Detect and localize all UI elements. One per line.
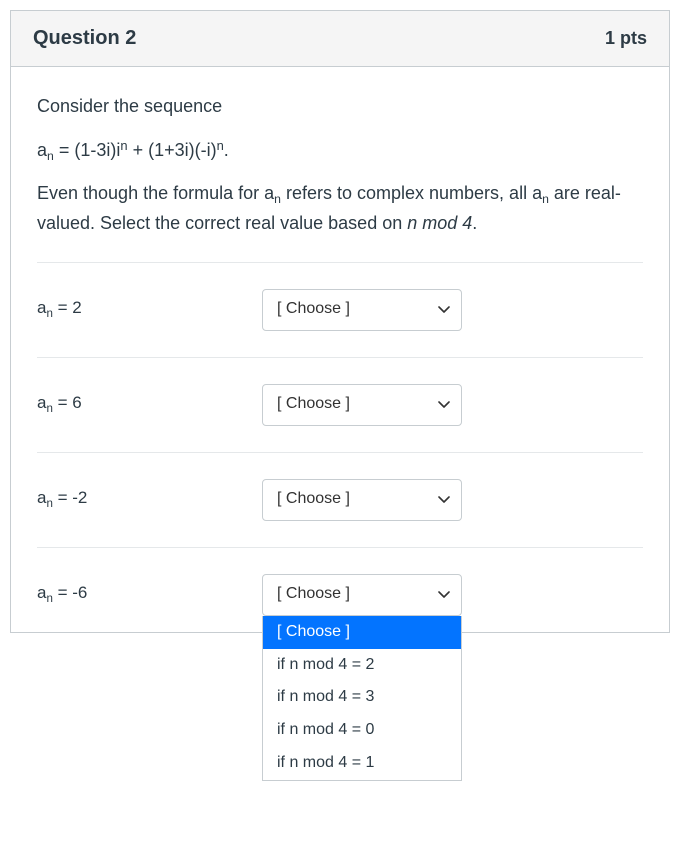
match-select-0[interactable]: [ Choose ] [262, 289, 462, 331]
prompt-explanation: Even though the formula for an refers to… [37, 180, 643, 237]
select-box-2[interactable]: [ Choose ] [262, 479, 462, 521]
dropdown-option-1[interactable]: if n mod 4 = 2 [263, 649, 461, 682]
prompt-line-1: Consider the sequence [37, 93, 643, 121]
question-header: Question 2 1 pts [11, 11, 669, 67]
match-row-2: an = -2 [ Choose ] [37, 452, 643, 547]
question-card: Question 2 1 pts Consider the sequence a… [10, 10, 670, 633]
match-row-1: an = 6 [ Choose ] [37, 357, 643, 452]
dropdown-option-4[interactable]: if n mod 4 = 1 [263, 747, 461, 780]
dropdown-option-3[interactable]: if n mod 4 = 0 [263, 714, 461, 747]
match-row-0: an = 2 [ Choose ] [37, 262, 643, 357]
select-box-0[interactable]: [ Choose ] [262, 289, 462, 331]
match-label-3: an = -6 [37, 580, 262, 609]
match-select-1[interactable]: [ Choose ] [262, 384, 462, 426]
match-label-1: an = 6 [37, 390, 262, 419]
prompt-formula: an = (1-3i)in + (1+3i)(-i)n. [37, 135, 643, 167]
match-select-2[interactable]: [ Choose ] [262, 479, 462, 521]
question-prompt: Consider the sequence an = (1-3i)in + (1… [37, 93, 643, 238]
select-box-1[interactable]: [ Choose ] [262, 384, 462, 426]
dropdown-option-0[interactable]: [ Choose ] [263, 616, 461, 649]
match-label-0: an = 2 [37, 295, 262, 324]
match-select-3[interactable]: [ Choose ] [ Choose ] if n mod 4 = 2 if … [262, 574, 462, 616]
question-points: 1 pts [605, 28, 647, 49]
dropdown-option-2[interactable]: if n mod 4 = 3 [263, 681, 461, 714]
question-title: Question 2 [33, 27, 136, 50]
dropdown-menu: [ Choose ] if n mod 4 = 2 if n mod 4 = 3… [262, 616, 462, 781]
select-box-3[interactable]: [ Choose ] [262, 574, 462, 616]
match-label-2: an = -2 [37, 485, 262, 514]
question-body: Consider the sequence an = (1-3i)in + (1… [11, 67, 669, 632]
match-row-3: an = -6 [ Choose ] [ Choose ] if n mod 4… [37, 547, 643, 622]
